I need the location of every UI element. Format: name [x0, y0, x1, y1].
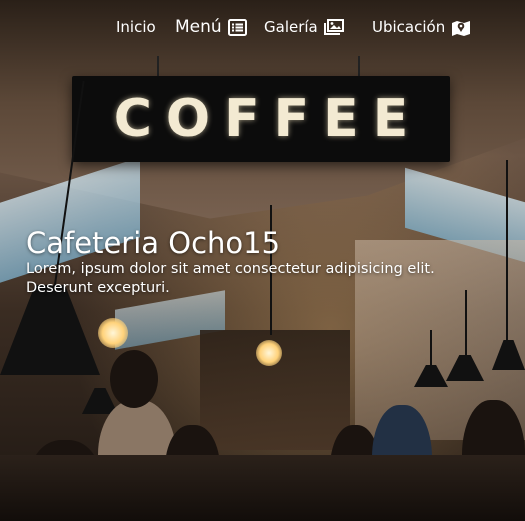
- pendant-lamp: [0, 285, 100, 375]
- nav-item-label: Menú: [175, 17, 222, 37]
- barista-head: [110, 350, 158, 408]
- nav-item-menu[interactable]: Menú: [175, 17, 247, 37]
- nav-item-galeria[interactable]: Galería: [264, 18, 344, 36]
- page-title: Cafeteria Ocho15: [26, 226, 281, 260]
- lamp-bulb: [98, 318, 128, 348]
- nav-item-ubicacion[interactable]: Ubicación: [372, 18, 471, 36]
- top-navigation: Inicio Menú Galería Ubicación: [0, 0, 525, 60]
- map-icon: [451, 19, 471, 36]
- nav-item-label: Inicio: [116, 18, 156, 36]
- counter: [0, 455, 525, 521]
- nav-item-label: Ubicación: [372, 18, 446, 36]
- menu-list-icon: [227, 18, 247, 36]
- lamp-bulb: [256, 340, 282, 366]
- coffee-sign-text: COFFEE: [113, 89, 423, 149]
- hero-description: Lorem, ipsum dolor sit amet consectetur …: [26, 261, 435, 296]
- hero-text: Cafeteria Ocho15 Lorem, ipsum dolor sit …: [26, 226, 486, 298]
- nav-item-inicio[interactable]: Inicio: [116, 18, 156, 36]
- coffee-sign: COFFEE: [72, 76, 450, 162]
- lamp-cord: [465, 290, 467, 360]
- gallery-icon: [323, 19, 344, 35]
- nav-item-label: Galería: [264, 18, 318, 36]
- lamp-cord: [506, 160, 508, 345]
